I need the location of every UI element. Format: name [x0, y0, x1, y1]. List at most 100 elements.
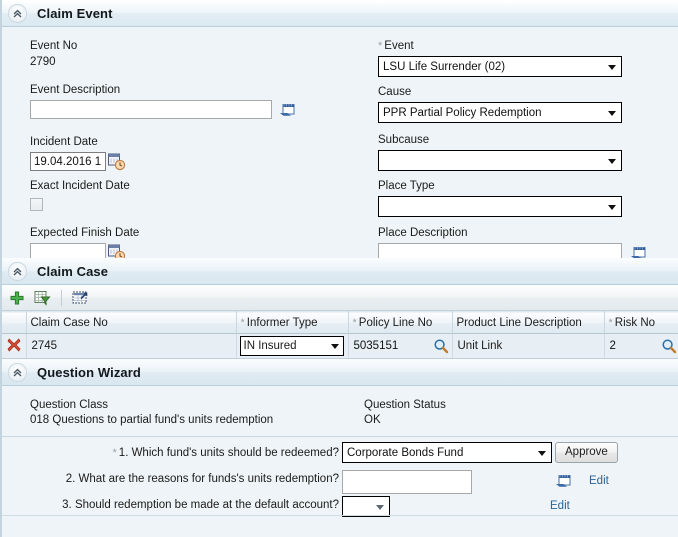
question-2-edit-link[interactable]: Edit: [589, 475, 609, 487]
event-select[interactable]: LSU Life Surrender (02): [378, 56, 622, 77]
exact-incident-date-label: Exact Incident Date: [30, 180, 130, 192]
claim-case-grid: Claim Case No * Informer Type * Policy Lin…: [2, 311, 678, 359]
toolbar-separator: [61, 289, 62, 306]
question-row-1: * 1. Which fund's units should be redeeme…: [2, 442, 678, 468]
subcause-select[interactable]: [378, 150, 622, 171]
question-class-value: 018 Questions to partial fund's units re…: [30, 414, 274, 426]
policy-line-search-icon[interactable]: [433, 338, 449, 354]
place-type-label: Place Type: [378, 180, 435, 192]
question-wizard-body: Question Class 018 Questions to partial …: [2, 386, 678, 437]
column-header-informer-type[interactable]: * Informer Type: [236, 311, 349, 334]
event-no-value: 2790: [30, 56, 56, 68]
column-label: Informer Type: [246, 316, 318, 329]
claim-event-section-header: Claim Event: [2, 0, 678, 27]
approve-button[interactable]: Approve: [555, 442, 618, 463]
column-header-policy-line-no[interactable]: * Policy Line No: [348, 311, 453, 334]
claim-event-screen: Claim Event Event No 2790 Event Descript…: [0, 0, 678, 537]
informer-type-value: IN Insured: [243, 340, 297, 352]
policy-line-no-input[interactable]: [351, 337, 433, 355]
question-class-block: Question Class 018 Questions to partial …: [30, 398, 273, 428]
claim-event-collapse-button[interactable]: [8, 3, 27, 23]
event-description-label: Event Description: [30, 84, 121, 96]
incident-date-picker-icon[interactable]: [107, 153, 127, 171]
place-type-field: Place Type: [378, 179, 622, 217]
column-header-product-line-description[interactable]: Product Line Description: [452, 311, 605, 334]
question-1-value: Corporate Bonds Fund: [347, 446, 464, 459]
claim-event-body: Event No 2790 Event Description Incident…: [2, 27, 678, 262]
risk-no-input[interactable]: [607, 337, 661, 355]
question-wizard-title: Question Wizard: [37, 364, 141, 380]
question-3-select[interactable]: [342, 496, 390, 517]
chevron-double-up-icon: [13, 368, 22, 377]
event-no-label: Event No: [30, 40, 78, 52]
question-3-edit-link[interactable]: Edit: [550, 500, 570, 512]
claim-case-toolbar: [2, 285, 678, 311]
questions-list: * 1. Which fund's units should be redeeme…: [2, 437, 678, 517]
export-button[interactable]: [72, 290, 89, 306]
chevron-down-icon: [330, 344, 339, 349]
event-field: * Event LSU Life Surrender (02): [378, 39, 622, 77]
cell-claim-case-no: 2745: [26, 333, 237, 359]
incident-date-label: Incident Date: [30, 136, 98, 148]
column-header-claim-case-no[interactable]: Claim Case No: [26, 311, 237, 334]
question-2-input[interactable]: [342, 470, 472, 494]
column-label: Claim Case No: [30, 316, 108, 329]
product-line-description-value: Unit Link: [457, 340, 503, 352]
question-1-select[interactable]: Corporate Bonds Fund: [342, 442, 552, 463]
question-1-text: * 1. Which fund's units should be redeeme…: [112, 447, 339, 459]
red-x-delete-icon: [7, 337, 21, 352]
claim-case-collapse-button[interactable]: [8, 261, 27, 281]
required-marker: *: [352, 316, 357, 329]
subcause-label: Subcause: [378, 134, 430, 146]
exact-incident-date-checkbox[interactable]: [30, 198, 43, 211]
add-row-button[interactable]: [9, 290, 25, 306]
magnifier-icon: [661, 339, 676, 354]
column-label: Policy Line No: [358, 316, 433, 329]
event-description-input[interactable]: [30, 100, 272, 119]
table-filter-icon: [34, 290, 51, 306]
question-row-2: 2. What are the reasons for funds's unit…: [2, 468, 678, 494]
question-status-block: Question Status OK: [364, 398, 446, 428]
subcause-field: Subcause: [378, 133, 622, 171]
incident-date-field: Incident Date: [30, 135, 127, 171]
event-required-marker: *: [378, 40, 383, 52]
delete-row-button[interactable]: [2, 333, 27, 359]
table-row: 2745 IN Insured 5035151 Unit Link 2: [2, 333, 678, 359]
chevron-down-icon: [608, 110, 616, 116]
event-description-field: Event Description: [30, 83, 296, 119]
chevron-down-icon: [608, 64, 616, 70]
question-class-label: Question Class: [30, 399, 108, 411]
question-wizard-collapse-button[interactable]: [8, 362, 27, 382]
claim-case-section-header: Claim Case: [2, 258, 678, 285]
cause-select[interactable]: PPR Partial Policy Redemption: [378, 102, 622, 123]
chevron-double-up-icon: [13, 267, 22, 276]
question-status-value: OK: [364, 414, 381, 426]
question-2-note-icon[interactable]: [555, 473, 572, 488]
question-row-3: 3. Should redemption be made at the defa…: [2, 494, 678, 520]
place-description-label: Place Description: [378, 227, 468, 239]
column-label: Product Line Description: [456, 316, 582, 329]
place-description-field: Place Description: [378, 226, 647, 262]
cause-select-value: PPR Partial Policy Redemption: [383, 106, 542, 119]
place-type-select[interactable]: [378, 196, 622, 217]
event-select-value: LSU Life Surrender (02): [383, 60, 506, 73]
bottom-divider: [2, 515, 678, 516]
grid-header-row: Claim Case No * Informer Type * Policy Lin…: [2, 311, 678, 334]
informer-type-select[interactable]: IN Insured: [239, 336, 344, 356]
required-marker: *: [112, 447, 117, 459]
filter-button[interactable]: [34, 290, 51, 306]
question-wizard-section-header: Question Wizard: [2, 359, 678, 386]
cell-risk-no: [604, 333, 678, 359]
chevron-down-icon: [608, 158, 616, 164]
risk-no-search-icon[interactable]: [661, 338, 677, 354]
chevron-down-icon: [376, 504, 384, 510]
notepad-icon: [280, 104, 295, 116]
export-grid-icon: [72, 291, 88, 303]
claim-case-title: Claim Case: [37, 263, 109, 279]
column-header-delete: [2, 311, 27, 334]
column-header-risk-no[interactable]: * Risk No: [604, 311, 678, 334]
incident-date-input[interactable]: [30, 152, 106, 171]
calendar-clock-icon: [108, 153, 126, 170]
chevron-double-up-icon: [13, 9, 22, 18]
event-description-note-icon[interactable]: [279, 102, 296, 117]
